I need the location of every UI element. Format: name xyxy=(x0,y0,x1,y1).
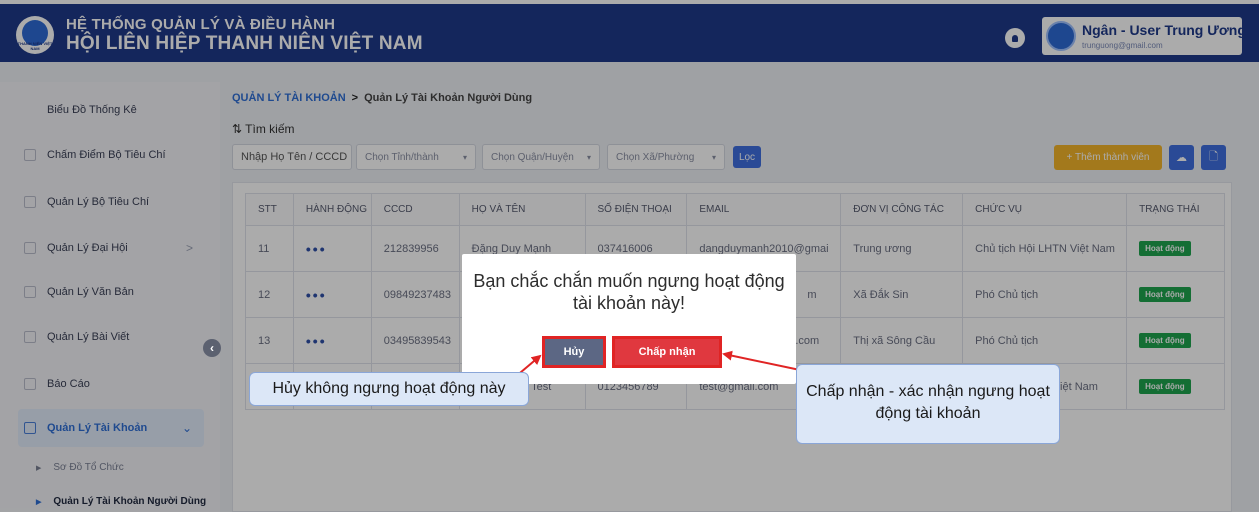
cancel-annotation: Hủy không ngưng hoạt động này xyxy=(249,372,529,406)
arrow-to-accept xyxy=(722,350,801,371)
accept-annotation: Chấp nhận - xác nhận ngưng hoạt động tài… xyxy=(796,364,1060,444)
annotation-arrows xyxy=(513,350,801,379)
